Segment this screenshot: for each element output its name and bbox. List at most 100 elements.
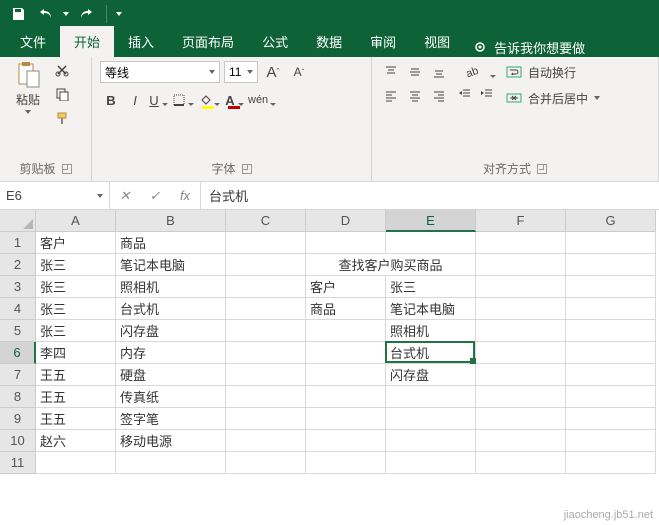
wrap-text-button[interactable]: 自动换行 bbox=[506, 61, 600, 83]
cell-F7[interactable] bbox=[476, 364, 566, 386]
cell-F1[interactable] bbox=[476, 232, 566, 254]
cell-G4[interactable] bbox=[566, 298, 656, 320]
cell-F10[interactable] bbox=[476, 430, 566, 452]
copy-icon[interactable] bbox=[52, 85, 72, 103]
grow-font-icon[interactable]: Aˆ bbox=[262, 61, 284, 83]
cell-E8[interactable] bbox=[386, 386, 476, 408]
align-right-icon[interactable] bbox=[428, 85, 450, 107]
cell-F5[interactable] bbox=[476, 320, 566, 342]
row-header-3[interactable]: 3 bbox=[0, 276, 36, 298]
cell-D2[interactable]: 查找客户购买商品 bbox=[306, 254, 476, 276]
cell-F4[interactable] bbox=[476, 298, 566, 320]
cell-D6[interactable] bbox=[306, 342, 386, 364]
fill-color-button[interactable] bbox=[198, 89, 222, 111]
tab-insert[interactable]: 插入 bbox=[114, 26, 168, 57]
cell-A6[interactable]: 李四 bbox=[36, 342, 116, 364]
align-top-icon[interactable] bbox=[380, 61, 402, 83]
row-header-11[interactable]: 11 bbox=[0, 452, 36, 474]
cell-A4[interactable]: 张三 bbox=[36, 298, 116, 320]
cell-C8[interactable] bbox=[226, 386, 306, 408]
cell-B7[interactable]: 硬盘 bbox=[116, 364, 226, 386]
select-all-button[interactable] bbox=[0, 210, 36, 232]
cell-C11[interactable] bbox=[226, 452, 306, 474]
cell-A3[interactable]: 张三 bbox=[36, 276, 116, 298]
column-header-E[interactable]: E bbox=[386, 210, 476, 232]
cell-G3[interactable] bbox=[566, 276, 656, 298]
column-header-C[interactable]: C bbox=[226, 210, 306, 232]
clipboard-dialog-launcher[interactable] bbox=[62, 164, 72, 174]
row-header-5[interactable]: 5 bbox=[0, 320, 36, 342]
cell-A5[interactable]: 张三 bbox=[36, 320, 116, 342]
cell-E9[interactable] bbox=[386, 408, 476, 430]
cell-G2[interactable] bbox=[566, 254, 656, 276]
cell-F3[interactable] bbox=[476, 276, 566, 298]
cell-A10[interactable]: 赵六 bbox=[36, 430, 116, 452]
column-header-B[interactable]: B bbox=[116, 210, 226, 232]
cancel-formula-icon[interactable]: ✕ bbox=[110, 188, 140, 204]
name-box[interactable]: E6 bbox=[0, 182, 110, 209]
shrink-font-icon[interactable]: Aˇ bbox=[288, 61, 310, 83]
cell-E4[interactable]: 笔记本电脑 bbox=[386, 298, 476, 320]
cell-B1[interactable]: 商品 bbox=[116, 232, 226, 254]
enter-formula-icon[interactable]: ✓ bbox=[140, 188, 170, 204]
font-size-select[interactable]: 11 bbox=[224, 61, 258, 83]
cell-C2[interactable] bbox=[226, 254, 306, 276]
align-left-icon[interactable] bbox=[380, 85, 402, 107]
tab-home[interactable]: 开始 bbox=[60, 26, 114, 57]
tab-review[interactable]: 审阅 bbox=[356, 26, 410, 57]
italic-button[interactable]: I bbox=[124, 89, 146, 111]
row-header-9[interactable]: 9 bbox=[0, 408, 36, 430]
row-header-2[interactable]: 2 bbox=[0, 254, 36, 276]
cell-A2[interactable]: 张三 bbox=[36, 254, 116, 276]
phonetic-button[interactable]: wén bbox=[248, 89, 278, 111]
cell-B4[interactable]: 台式机 bbox=[116, 298, 226, 320]
increase-indent-icon[interactable] bbox=[476, 83, 498, 105]
cell-C6[interactable] bbox=[226, 342, 306, 364]
tab-formulas[interactable]: 公式 bbox=[248, 26, 302, 57]
row-header-10[interactable]: 10 bbox=[0, 430, 36, 452]
font-dialog-launcher[interactable] bbox=[242, 164, 252, 174]
cell-E10[interactable] bbox=[386, 430, 476, 452]
cell-E11[interactable] bbox=[386, 452, 476, 474]
cell-F9[interactable] bbox=[476, 408, 566, 430]
cell-C7[interactable] bbox=[226, 364, 306, 386]
cell-C4[interactable] bbox=[226, 298, 306, 320]
cell-D3[interactable]: 客户 bbox=[306, 276, 386, 298]
cell-D11[interactable] bbox=[306, 452, 386, 474]
cell-A8[interactable]: 王五 bbox=[36, 386, 116, 408]
font-color-button[interactable]: A bbox=[224, 89, 246, 111]
bold-button[interactable]: B bbox=[100, 89, 122, 111]
cell-C3[interactable] bbox=[226, 276, 306, 298]
cell-D7[interactable] bbox=[306, 364, 386, 386]
cell-G1[interactable] bbox=[566, 232, 656, 254]
tab-view[interactable]: 视图 bbox=[410, 26, 464, 57]
cell-A11[interactable] bbox=[36, 452, 116, 474]
cell-G5[interactable] bbox=[566, 320, 656, 342]
cell-B3[interactable]: 照相机 bbox=[116, 276, 226, 298]
cell-G11[interactable] bbox=[566, 452, 656, 474]
column-header-G[interactable]: G bbox=[566, 210, 656, 232]
cell-C5[interactable] bbox=[226, 320, 306, 342]
row-header-7[interactable]: 7 bbox=[0, 364, 36, 386]
cell-B10[interactable]: 移动电源 bbox=[116, 430, 226, 452]
paste-button[interactable]: 粘贴 bbox=[8, 61, 48, 114]
orientation-button[interactable]: ab bbox=[454, 61, 498, 83]
cell-G8[interactable] bbox=[566, 386, 656, 408]
tab-data[interactable]: 数据 bbox=[302, 26, 356, 57]
fx-icon[interactable]: fx bbox=[170, 188, 200, 203]
cell-E1[interactable] bbox=[386, 232, 476, 254]
redo-icon[interactable] bbox=[74, 3, 98, 25]
cell-C9[interactable] bbox=[226, 408, 306, 430]
cell-G6[interactable] bbox=[566, 342, 656, 364]
tab-file[interactable]: 文件 bbox=[6, 26, 60, 57]
tell-me-search[interactable]: 告诉我你想要做 bbox=[464, 38, 595, 57]
cell-A7[interactable]: 王五 bbox=[36, 364, 116, 386]
cell-A9[interactable]: 王五 bbox=[36, 408, 116, 430]
cell-C10[interactable] bbox=[226, 430, 306, 452]
format-painter-icon[interactable] bbox=[52, 109, 72, 127]
cell-B5[interactable]: 闪存盘 bbox=[116, 320, 226, 342]
cell-D5[interactable] bbox=[306, 320, 386, 342]
cell-E3[interactable]: 张三 bbox=[386, 276, 476, 298]
cell-B11[interactable] bbox=[116, 452, 226, 474]
column-header-F[interactable]: F bbox=[476, 210, 566, 232]
